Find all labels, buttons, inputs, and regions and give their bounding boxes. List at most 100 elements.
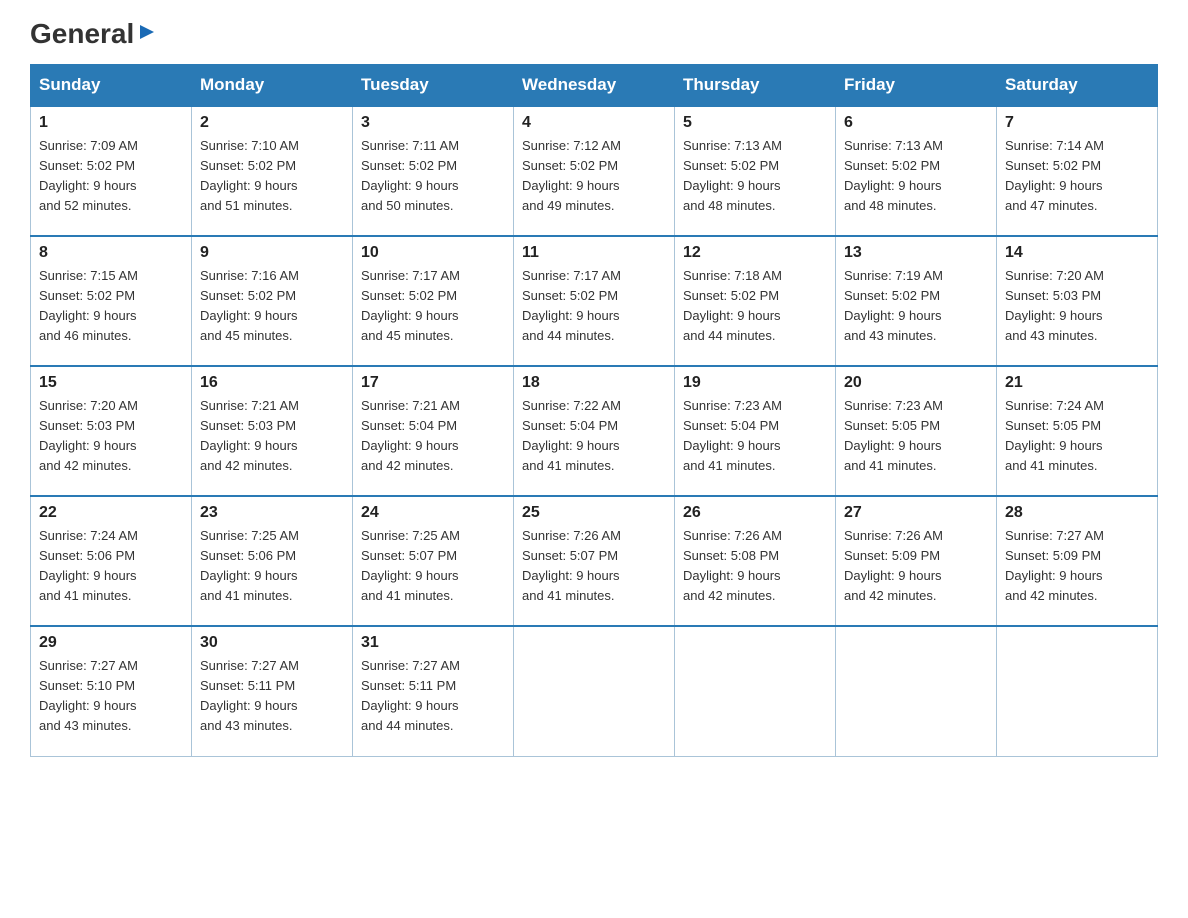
calendar-cell: 18 Sunrise: 7:22 AMSunset: 5:04 PMDaylig…: [514, 366, 675, 496]
calendar-cell: 16 Sunrise: 7:21 AMSunset: 5:03 PMDaylig…: [192, 366, 353, 496]
calendar-cell: 28 Sunrise: 7:27 AMSunset: 5:09 PMDaylig…: [997, 496, 1158, 626]
calendar-cell: 29 Sunrise: 7:27 AMSunset: 5:10 PMDaylig…: [31, 626, 192, 756]
logo: General: [30, 20, 158, 48]
calendar-header-friday: Friday: [836, 65, 997, 107]
day-number: 26: [683, 504, 827, 522]
day-number: 11: [522, 244, 666, 262]
calendar-cell: 24 Sunrise: 7:25 AMSunset: 5:07 PMDaylig…: [353, 496, 514, 626]
calendar-cell: 27 Sunrise: 7:26 AMSunset: 5:09 PMDaylig…: [836, 496, 997, 626]
calendar-week-1: 1 Sunrise: 7:09 AMSunset: 5:02 PMDayligh…: [31, 106, 1158, 236]
day-info: Sunrise: 7:24 AMSunset: 5:05 PMDaylight:…: [1005, 398, 1104, 473]
day-info: Sunrise: 7:23 AMSunset: 5:05 PMDaylight:…: [844, 398, 943, 473]
day-number: 9: [200, 244, 344, 262]
logo-icon: [136, 21, 158, 43]
calendar-cell: 17 Sunrise: 7:21 AMSunset: 5:04 PMDaylig…: [353, 366, 514, 496]
day-number: 27: [844, 504, 988, 522]
day-number: 7: [1005, 114, 1149, 132]
day-info: Sunrise: 7:22 AMSunset: 5:04 PMDaylight:…: [522, 398, 621, 473]
calendar-header-wednesday: Wednesday: [514, 65, 675, 107]
calendar-cell: 6 Sunrise: 7:13 AMSunset: 5:02 PMDayligh…: [836, 106, 997, 236]
calendar-cell: [514, 626, 675, 756]
logo-text-general: General: [30, 20, 134, 48]
calendar-cell: 25 Sunrise: 7:26 AMSunset: 5:07 PMDaylig…: [514, 496, 675, 626]
day-number: 30: [200, 634, 344, 652]
calendar-cell: 26 Sunrise: 7:26 AMSunset: 5:08 PMDaylig…: [675, 496, 836, 626]
day-info: Sunrise: 7:13 AMSunset: 5:02 PMDaylight:…: [844, 138, 943, 213]
calendar-cell: 21 Sunrise: 7:24 AMSunset: 5:05 PMDaylig…: [997, 366, 1158, 496]
day-number: 20: [844, 374, 988, 392]
day-number: 31: [361, 634, 505, 652]
calendar-cell: 4 Sunrise: 7:12 AMSunset: 5:02 PMDayligh…: [514, 106, 675, 236]
day-info: Sunrise: 7:17 AMSunset: 5:02 PMDaylight:…: [361, 268, 460, 343]
day-info: Sunrise: 7:21 AMSunset: 5:04 PMDaylight:…: [361, 398, 460, 473]
day-number: 14: [1005, 244, 1149, 262]
day-info: Sunrise: 7:09 AMSunset: 5:02 PMDaylight:…: [39, 138, 138, 213]
calendar-cell: 22 Sunrise: 7:24 AMSunset: 5:06 PMDaylig…: [31, 496, 192, 626]
day-number: 3: [361, 114, 505, 132]
day-info: Sunrise: 7:16 AMSunset: 5:02 PMDaylight:…: [200, 268, 299, 343]
day-info: Sunrise: 7:11 AMSunset: 5:02 PMDaylight:…: [361, 138, 459, 213]
calendar-table: SundayMondayTuesdayWednesdayThursdayFrid…: [30, 64, 1158, 757]
day-info: Sunrise: 7:26 AMSunset: 5:07 PMDaylight:…: [522, 528, 621, 603]
calendar-header-sunday: Sunday: [31, 65, 192, 107]
day-info: Sunrise: 7:26 AMSunset: 5:09 PMDaylight:…: [844, 528, 943, 603]
calendar-cell: 11 Sunrise: 7:17 AMSunset: 5:02 PMDaylig…: [514, 236, 675, 366]
calendar-cell: 5 Sunrise: 7:13 AMSunset: 5:02 PMDayligh…: [675, 106, 836, 236]
day-number: 1: [39, 114, 183, 132]
calendar-cell: 13 Sunrise: 7:19 AMSunset: 5:02 PMDaylig…: [836, 236, 997, 366]
day-number: 12: [683, 244, 827, 262]
calendar-cell: 2 Sunrise: 7:10 AMSunset: 5:02 PMDayligh…: [192, 106, 353, 236]
day-number: 22: [39, 504, 183, 522]
day-number: 8: [39, 244, 183, 262]
day-number: 10: [361, 244, 505, 262]
day-info: Sunrise: 7:12 AMSunset: 5:02 PMDaylight:…: [522, 138, 621, 213]
day-number: 24: [361, 504, 505, 522]
calendar-cell: [997, 626, 1158, 756]
calendar-cell: 23 Sunrise: 7:25 AMSunset: 5:06 PMDaylig…: [192, 496, 353, 626]
day-number: 18: [522, 374, 666, 392]
calendar-cell: 1 Sunrise: 7:09 AMSunset: 5:02 PMDayligh…: [31, 106, 192, 236]
calendar-header-saturday: Saturday: [997, 65, 1158, 107]
day-info: Sunrise: 7:27 AMSunset: 5:09 PMDaylight:…: [1005, 528, 1104, 603]
day-number: 16: [200, 374, 344, 392]
day-info: Sunrise: 7:20 AMSunset: 5:03 PMDaylight:…: [39, 398, 138, 473]
day-info: Sunrise: 7:19 AMSunset: 5:02 PMDaylight:…: [844, 268, 943, 343]
day-info: Sunrise: 7:27 AMSunset: 5:11 PMDaylight:…: [200, 658, 299, 733]
calendar-cell: 20 Sunrise: 7:23 AMSunset: 5:05 PMDaylig…: [836, 366, 997, 496]
day-info: Sunrise: 7:10 AMSunset: 5:02 PMDaylight:…: [200, 138, 299, 213]
day-number: 25: [522, 504, 666, 522]
calendar-cell: 8 Sunrise: 7:15 AMSunset: 5:02 PMDayligh…: [31, 236, 192, 366]
day-number: 28: [1005, 504, 1149, 522]
day-info: Sunrise: 7:21 AMSunset: 5:03 PMDaylight:…: [200, 398, 299, 473]
day-info: Sunrise: 7:23 AMSunset: 5:04 PMDaylight:…: [683, 398, 782, 473]
calendar-header-thursday: Thursday: [675, 65, 836, 107]
calendar-week-3: 15 Sunrise: 7:20 AMSunset: 5:03 PMDaylig…: [31, 366, 1158, 496]
day-number: 23: [200, 504, 344, 522]
day-info: Sunrise: 7:15 AMSunset: 5:02 PMDaylight:…: [39, 268, 138, 343]
calendar-cell: 12 Sunrise: 7:18 AMSunset: 5:02 PMDaylig…: [675, 236, 836, 366]
calendar-cell: 14 Sunrise: 7:20 AMSunset: 5:03 PMDaylig…: [997, 236, 1158, 366]
calendar-cell: 3 Sunrise: 7:11 AMSunset: 5:02 PMDayligh…: [353, 106, 514, 236]
page-header: General: [30, 20, 1158, 48]
day-info: Sunrise: 7:27 AMSunset: 5:10 PMDaylight:…: [39, 658, 138, 733]
day-info: Sunrise: 7:13 AMSunset: 5:02 PMDaylight:…: [683, 138, 782, 213]
day-number: 4: [522, 114, 666, 132]
day-number: 19: [683, 374, 827, 392]
calendar-header-tuesday: Tuesday: [353, 65, 514, 107]
day-number: 15: [39, 374, 183, 392]
day-info: Sunrise: 7:17 AMSunset: 5:02 PMDaylight:…: [522, 268, 621, 343]
day-number: 2: [200, 114, 344, 132]
calendar-cell: 9 Sunrise: 7:16 AMSunset: 5:02 PMDayligh…: [192, 236, 353, 366]
calendar-cell: 19 Sunrise: 7:23 AMSunset: 5:04 PMDaylig…: [675, 366, 836, 496]
day-number: 6: [844, 114, 988, 132]
calendar-cell: [836, 626, 997, 756]
day-number: 17: [361, 374, 505, 392]
day-info: Sunrise: 7:18 AMSunset: 5:02 PMDaylight:…: [683, 268, 782, 343]
day-number: 13: [844, 244, 988, 262]
calendar-week-4: 22 Sunrise: 7:24 AMSunset: 5:06 PMDaylig…: [31, 496, 1158, 626]
day-info: Sunrise: 7:20 AMSunset: 5:03 PMDaylight:…: [1005, 268, 1104, 343]
day-info: Sunrise: 7:27 AMSunset: 5:11 PMDaylight:…: [361, 658, 460, 733]
calendar-cell: 7 Sunrise: 7:14 AMSunset: 5:02 PMDayligh…: [997, 106, 1158, 236]
calendar-cell: 31 Sunrise: 7:27 AMSunset: 5:11 PMDaylig…: [353, 626, 514, 756]
day-number: 29: [39, 634, 183, 652]
